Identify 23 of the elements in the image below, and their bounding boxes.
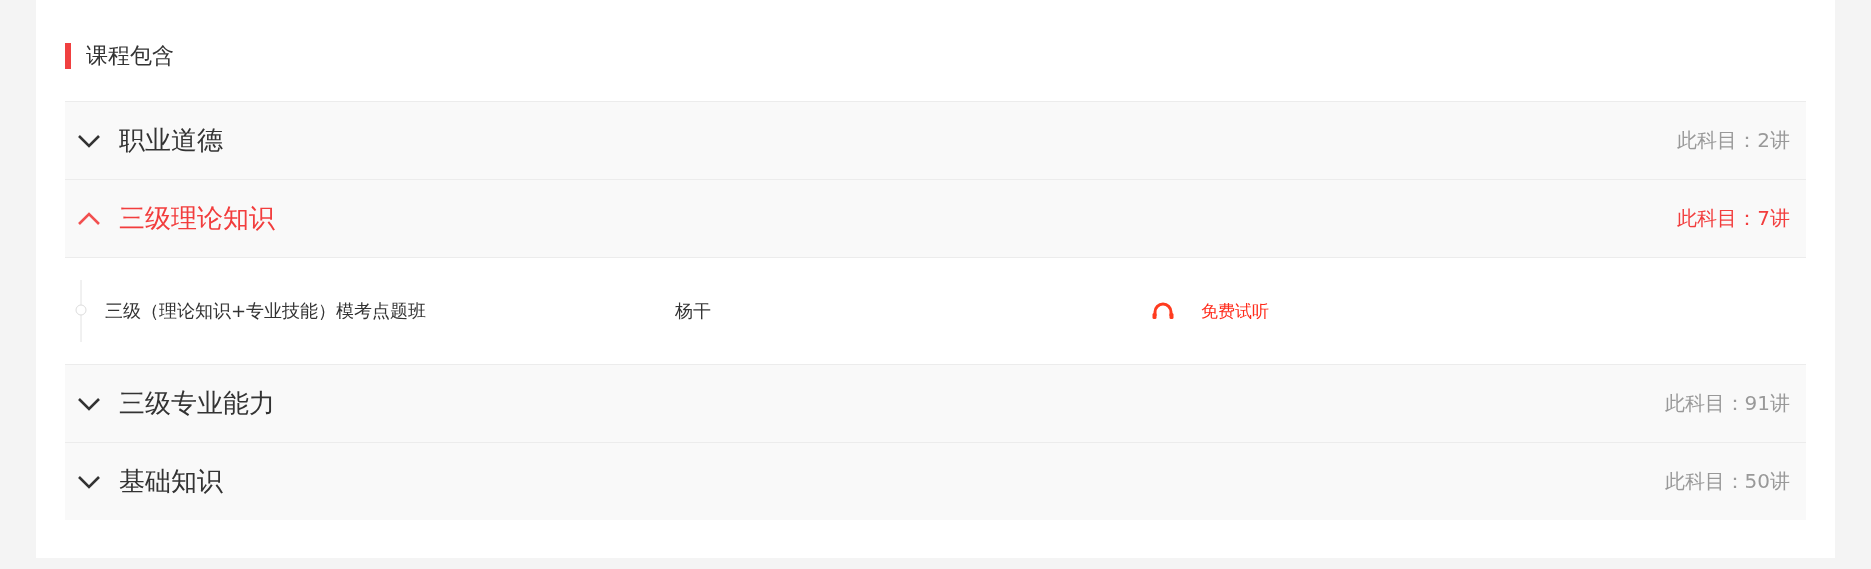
- headphones-icon: [1151, 301, 1175, 321]
- subject-row[interactable]: 三级理论知识 此科目：7讲: [65, 179, 1806, 257]
- section-heading: 课程包含: [86, 42, 174, 70]
- chevron-down-icon: [77, 474, 101, 489]
- subject-row[interactable]: 职业道德 此科目：2讲: [65, 101, 1806, 179]
- chevron-up-icon: [77, 211, 101, 226]
- subject-title: 基础知识: [119, 465, 223, 498]
- teacher-name: 杨干: [675, 299, 712, 323]
- chevron-down-icon: [77, 133, 101, 148]
- free-trial-link[interactable]: 免费试听: [1201, 299, 1269, 323]
- subject-row[interactable]: 基础知识 此科目：50讲: [65, 442, 1806, 520]
- subject-title: 三级专业能力: [119, 387, 275, 420]
- subject-title: 三级理论知识: [119, 202, 275, 235]
- timeline-line: [75, 280, 87, 342]
- lesson-title: 三级（理论知识+专业技能）模考点题班: [105, 299, 428, 323]
- chevron-down-icon: [77, 396, 101, 411]
- lesson-count: 此科目：50讲: [1664, 468, 1790, 495]
- accent-bar: [65, 43, 71, 69]
- lesson-count: 此科目：7讲: [1677, 205, 1790, 232]
- lesson-count: 此科目：2讲: [1677, 127, 1790, 154]
- subject-title: 职业道德: [119, 124, 223, 157]
- lesson-count: 此科目：91讲: [1664, 390, 1790, 417]
- subject-row[interactable]: 三级专业能力 此科目：91讲: [65, 364, 1806, 442]
